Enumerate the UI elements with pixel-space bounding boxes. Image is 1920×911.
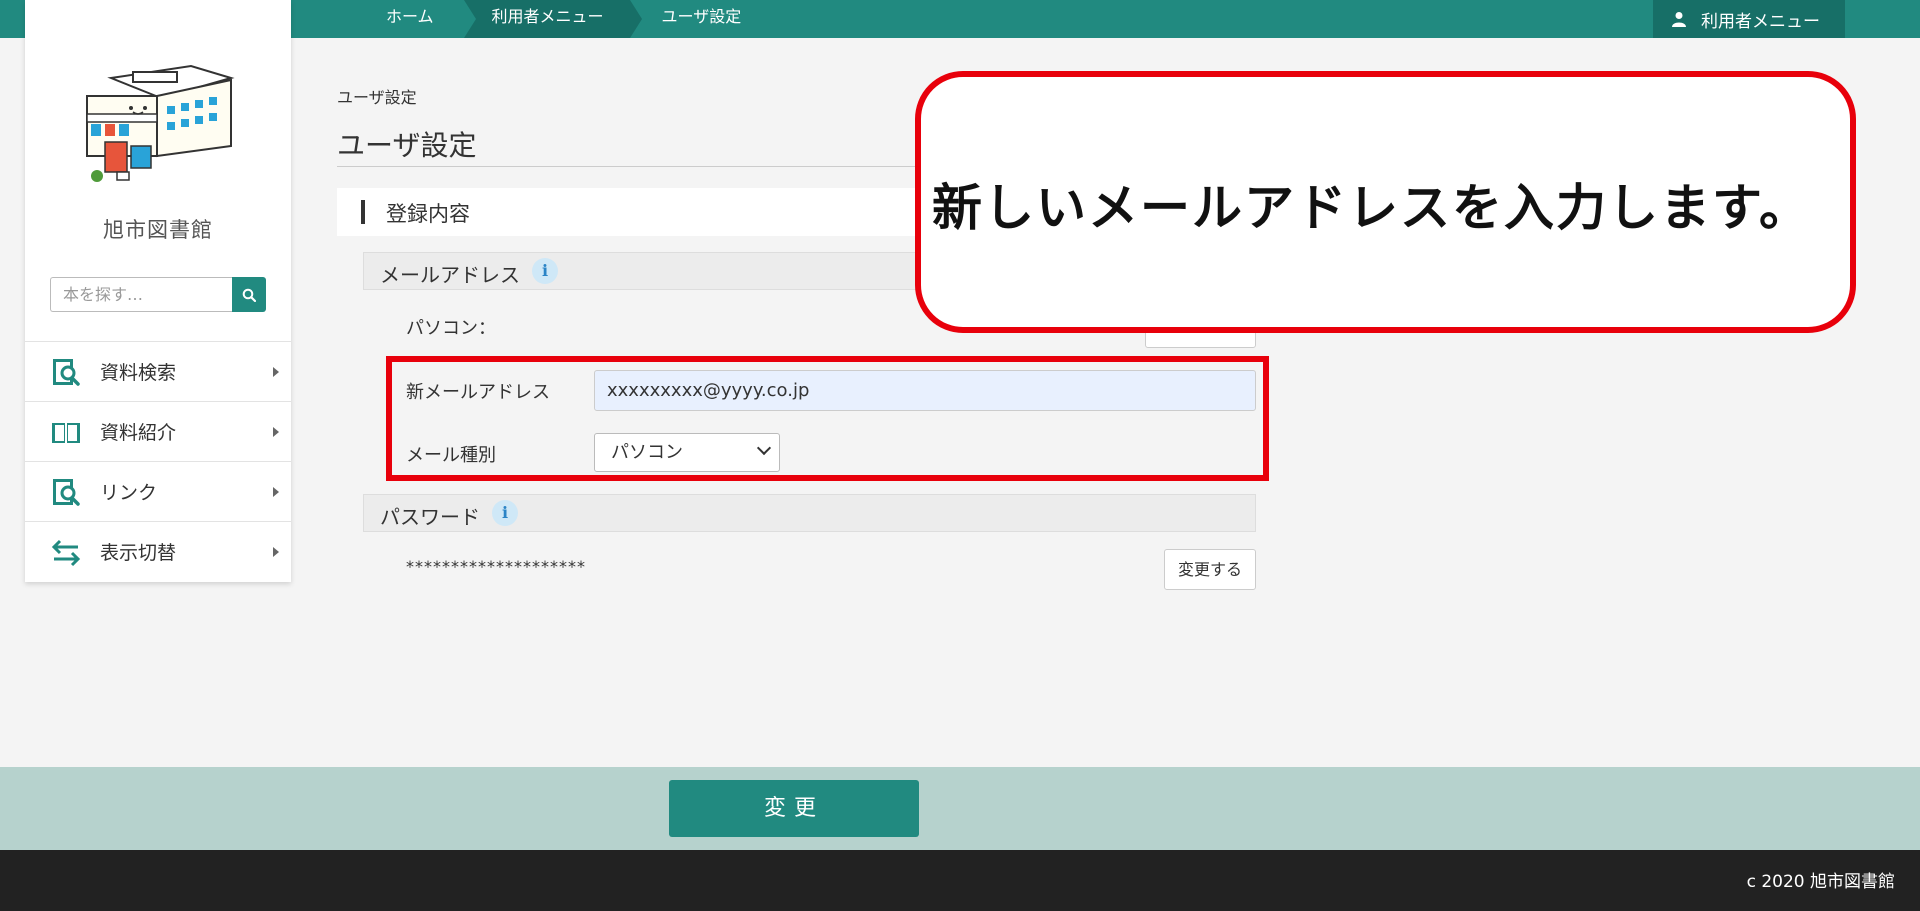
user-menu-button[interactable]: 利用者メニュー <box>1653 0 1845 38</box>
instruction-callout-text: 新しいメールアドレスを入力します。 <box>932 179 1811 237</box>
info-icon[interactable]: i <box>492 500 518 526</box>
sidebar-item-links[interactable]: リンク <box>25 461 291 521</box>
info-icon[interactable]: i <box>532 258 558 284</box>
email-section-title: メールアドレス <box>380 263 520 287</box>
submit-change-button[interactable]: 変更 <box>669 780 919 837</box>
sidebar-nav: 資料検索 資料紹介 リンク 表示切替 <box>25 341 291 581</box>
library-logo[interactable] <box>81 58 241 192</box>
breadcrumb-home[interactable]: ホーム <box>366 0 464 38</box>
sidebar-item-material-intro[interactable]: 資料紹介 <box>25 401 291 461</box>
sidebar-item-label: リンク <box>100 482 158 504</box>
sidebar-item-label: 資料検索 <box>100 362 177 384</box>
sidebar-item-display-toggle[interactable]: 表示切替 <box>25 521 291 581</box>
sidebar-item-label: 資料紹介 <box>100 422 177 444</box>
chevron-right-icon <box>273 487 279 497</box>
chevron-right-icon <box>273 547 279 557</box>
password-masked: ******************** <box>406 557 586 576</box>
book-search-icon <box>53 359 80 386</box>
password-section-header: パスワード i <box>363 494 1256 532</box>
chevron-right-icon <box>273 427 279 437</box>
highlight-box <box>386 356 1269 481</box>
user-icon <box>1672 12 1686 27</box>
page-breadcrumb: ユーザ設定 <box>337 88 417 107</box>
breadcrumb: ホーム 利用者メニュー ユーザ設定 <box>366 0 763 38</box>
open-book-icon <box>52 423 80 443</box>
section-bar <box>361 200 365 224</box>
section-title: 登録内容 <box>386 202 470 226</box>
password-section-title: パスワード <box>380 505 480 529</box>
library-name: 旭市図書館 <box>103 218 213 242</box>
sidebar-item-material-search[interactable]: 資料検索 <box>25 341 291 401</box>
page-title: ユーザ設定 <box>337 129 477 162</box>
sidebar: 旭市図書館 資料検索 <box>25 0 291 582</box>
sidebar-item-label: 表示切替 <box>100 542 177 564</box>
chevron-right-icon <box>273 367 279 377</box>
user-menu-label: 利用者メニュー <box>1701 11 1820 32</box>
search-input[interactable] <box>50 277 232 312</box>
footer: c 2020 旭市図書館 <box>0 850 1920 911</box>
action-bar <box>0 767 1920 850</box>
breadcrumb-user-menu[interactable]: 利用者メニュー <box>463 0 642 38</box>
change-password-button[interactable]: 変更する <box>1164 549 1256 590</box>
link-search-icon <box>53 479 80 506</box>
search-box <box>50 277 266 312</box>
search-button[interactable] <box>232 277 266 312</box>
footer-copyright: c 2020 旭市図書館 <box>1746 872 1895 892</box>
breadcrumb-user-settings: ユーザ設定 <box>661 7 742 26</box>
pc-email-label: パソコン： <box>406 318 496 339</box>
search-icon <box>242 288 256 302</box>
swap-arrows-icon <box>51 539 81 567</box>
